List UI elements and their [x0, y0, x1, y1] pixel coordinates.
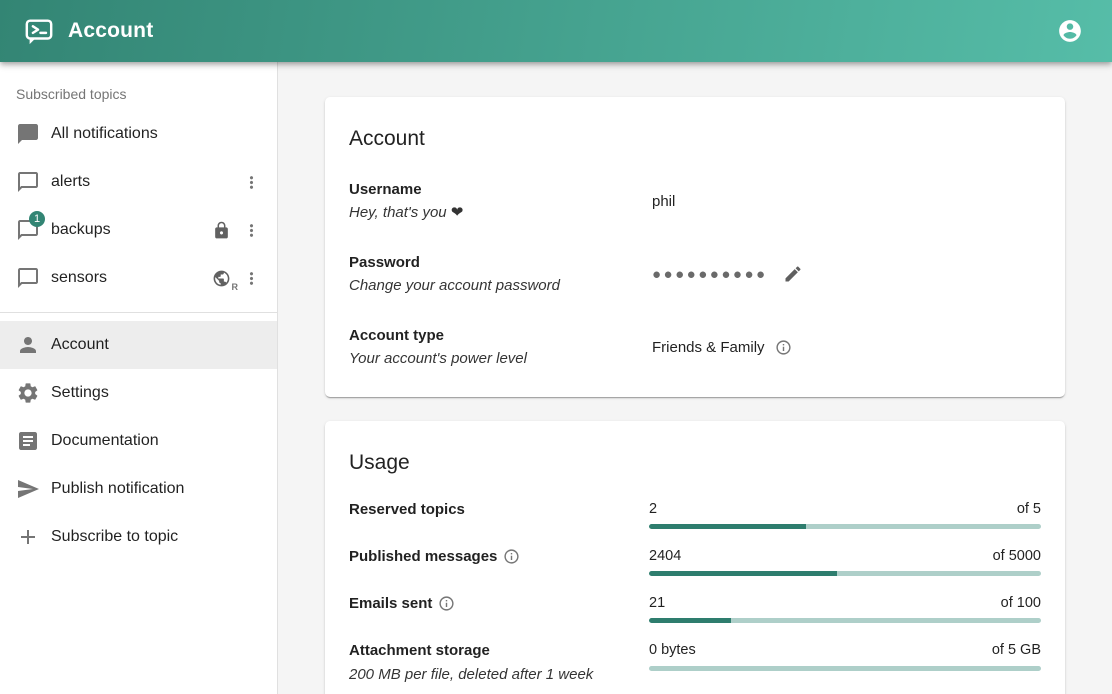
usage-card: Usage Reserved topics 2 of 5 Published m… — [325, 421, 1065, 694]
more-vert-icon — [242, 221, 261, 240]
page-title: Account — [68, 19, 153, 43]
account-type-value: Friends & Family — [652, 339, 765, 356]
topic-label: sensors — [51, 269, 107, 287]
username-sublabel: Hey, that's you ❤ — [349, 201, 652, 224]
published-messages-label: Published messages — [349, 546, 497, 567]
sidebar-item-backups[interactable]: 1 backups — [0, 206, 277, 254]
username-label: Username — [349, 178, 652, 201]
chat-bubble-filled-icon — [16, 122, 40, 146]
account-circle-icon — [1057, 18, 1083, 44]
emails-sent-meter: Emails sent 21 of 100 — [349, 593, 1041, 623]
sidebar-item-settings[interactable]: Settings — [0, 369, 277, 417]
attachment-storage-label: Attachment storage — [349, 640, 649, 661]
account-type-label: Account type — [349, 324, 652, 347]
globe-reserved-icon: R — [212, 269, 231, 288]
topic-label: backups — [51, 221, 111, 239]
usage-card-title: Usage — [349, 451, 1041, 475]
account-menu-button[interactable] — [1050, 11, 1090, 51]
progress-fill — [649, 618, 731, 623]
app-bar: Account — [0, 0, 1112, 62]
topic-label: alerts — [51, 173, 90, 191]
chat-bubble-outline-icon: 1 — [16, 218, 40, 242]
more-vert-icon — [242, 173, 261, 192]
sidebar-item-sensors[interactable]: sensors R — [0, 254, 277, 302]
info-icon[interactable] — [775, 339, 792, 356]
nav-label: Subscribe to topic — [51, 528, 178, 546]
progress-fill — [649, 571, 837, 576]
person-icon — [16, 333, 40, 357]
account-type-sublabel: Your account's power level — [349, 347, 652, 370]
attachment-storage-meter: Attachment storage 200 MB per file, dele… — [349, 640, 1041, 683]
meter-limit: of 5 GB — [992, 641, 1041, 659]
sidebar-item-account[interactable]: Account — [0, 321, 277, 369]
published-messages-meter: Published messages 2404 of 5000 — [349, 546, 1041, 576]
sidebar: Subscribed topics All notifications aler… — [0, 62, 278, 694]
password-sublabel: Change your account password — [349, 274, 652, 297]
meter-value: 2 — [649, 500, 657, 518]
subscribed-topics-subheader: Subscribed topics — [0, 62, 277, 110]
info-icon[interactable] — [438, 595, 455, 612]
ntfy-logo-icon — [24, 16, 54, 46]
password-row: Password Change your account password ●●… — [349, 248, 1041, 300]
account-type-row: Account type Your account's power level … — [349, 321, 1041, 373]
nav-label: Account — [51, 336, 109, 354]
main-content: Account Username Hey, that's you ❤ phil … — [278, 62, 1112, 694]
topic-menu-button[interactable] — [237, 216, 265, 244]
meter-value: 2404 — [649, 547, 681, 565]
meter-value: 21 — [649, 594, 665, 612]
progress-bar — [649, 524, 1041, 529]
account-card: Account Username Hey, that's you ❤ phil … — [325, 97, 1065, 397]
article-icon — [16, 429, 40, 453]
reserved-topics-label: Reserved topics — [349, 499, 649, 520]
info-icon[interactable] — [503, 548, 520, 565]
account-card-title: Account — [349, 127, 1041, 151]
meter-limit: of 5 — [1017, 500, 1041, 518]
username-value: phil — [652, 193, 1041, 210]
sidebar-item-subscribe-to-topic[interactable]: Subscribe to topic — [0, 513, 277, 561]
nav-label: Publish notification — [51, 480, 184, 498]
emails-sent-label: Emails sent — [349, 593, 432, 614]
chat-bubble-outline-icon — [16, 266, 40, 290]
password-label: Password — [349, 251, 652, 274]
progress-bar — [649, 571, 1041, 576]
topic-menu-button[interactable] — [237, 168, 265, 196]
chat-bubble-outline-icon — [16, 170, 40, 194]
meter-value: 0 bytes — [649, 641, 696, 659]
topic-menu-button[interactable] — [237, 264, 265, 292]
plus-icon — [16, 525, 40, 549]
meter-limit: of 100 — [1001, 594, 1041, 612]
progress-bar — [649, 666, 1041, 671]
gear-icon — [16, 381, 40, 405]
progress-bar — [649, 618, 1041, 623]
nav-label: Documentation — [51, 432, 159, 450]
send-icon — [16, 477, 40, 501]
reserved-topics-meter: Reserved topics 2 of 5 — [349, 499, 1041, 529]
meter-limit: of 5000 — [993, 547, 1041, 565]
sidebar-item-publish-notification[interactable]: Publish notification — [0, 465, 277, 513]
sidebar-item-alerts[interactable]: alerts — [0, 158, 277, 206]
sidebar-item-documentation[interactable]: Documentation — [0, 417, 277, 465]
nav-label: Settings — [51, 384, 109, 402]
topic-label: All notifications — [51, 125, 158, 143]
sidebar-item-all-notifications[interactable]: All notifications — [0, 110, 277, 158]
username-row: Username Hey, that's you ❤ phil — [349, 175, 1041, 227]
unread-count-badge: 1 — [29, 211, 45, 227]
pencil-icon — [783, 264, 803, 284]
attachment-storage-sublabel: 200 MB per file, deleted after 1 week — [349, 666, 649, 683]
change-password-button[interactable] — [778, 259, 808, 289]
password-masked-value: ●●●●●●●●●● — [652, 267, 768, 282]
more-vert-icon — [242, 269, 261, 288]
lock-icon — [212, 221, 231, 240]
progress-fill — [649, 524, 806, 529]
reserved-subscript: R — [232, 282, 239, 292]
